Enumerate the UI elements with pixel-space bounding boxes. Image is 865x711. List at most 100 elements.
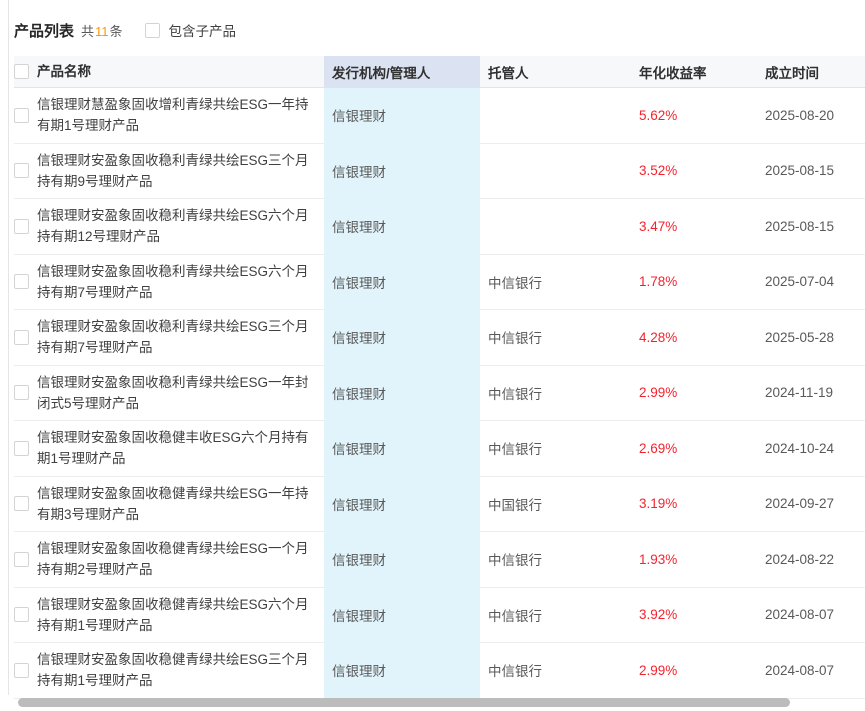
established-date: 2024-09-27 — [755, 477, 865, 533]
row-checkbox[interactable] — [14, 274, 29, 289]
row-checkbox[interactable] — [14, 385, 29, 400]
yield-value: 1.78% — [630, 255, 755, 311]
custodian-value: 中国银行 — [480, 477, 630, 533]
table-row: 信银理财安盈象固收稳利青绿共绘ESG六个月持有期12号理财产品 信银理财 3.4… — [14, 199, 865, 255]
table-row: 信银理财安盈象固收稳利青绿共绘ESG三个月持有期7号理财产品 信银理财 中信银行… — [14, 310, 865, 366]
custodian-value: 中信银行 — [480, 588, 630, 644]
established-date: 2025-07-04 — [755, 255, 865, 311]
horizontal-scrollbar-thumb[interactable] — [18, 698, 790, 707]
column-header-date: 成立时间 — [755, 56, 865, 87]
product-name[interactable]: 信银理财安盈象固收稳健青绿共绘ESG一年持有期3号理财产品 — [37, 477, 324, 533]
row-checkbox-cell — [14, 643, 37, 699]
established-date: 2024-11-19 — [755, 366, 865, 422]
row-checkbox[interactable] — [14, 330, 29, 345]
issuer-value: 信银理财 — [324, 643, 480, 699]
established-date: 2025-08-15 — [755, 199, 865, 255]
established-date: 2024-08-22 — [755, 532, 865, 588]
yield-value: 3.92% — [630, 588, 755, 644]
row-checkbox-cell — [14, 88, 37, 144]
row-checkbox-cell — [14, 310, 37, 366]
custodian-value — [480, 144, 630, 200]
product-name[interactable]: 信银理财安盈象固收稳健青绿共绘ESG六个月持有期1号理财产品 — [37, 588, 324, 644]
row-checkbox-cell — [14, 255, 37, 311]
select-all-checkbox[interactable] — [14, 64, 29, 79]
row-checkbox-cell — [14, 144, 37, 200]
table-row: 信银理财安盈象固收稳利青绿共绘ESG六个月持有期7号理财产品 信银理财 中信银行… — [14, 255, 865, 311]
column-header-yield: 年化收益率 — [630, 56, 755, 87]
row-checkbox-cell — [14, 421, 37, 477]
table-row: 信银理财安盈象固收稳利青绿共绘ESG三个月持有期9号理财产品 信银理财 3.52… — [14, 144, 865, 200]
include-sub-products-label: 包含子产品 — [169, 20, 237, 40]
established-date: 2025-05-28 — [755, 310, 865, 366]
column-header-issuer: 发行机构/管理人 — [324, 56, 480, 87]
column-header-custodian: 托管人 — [480, 56, 630, 87]
established-date: 2024-08-07 — [755, 588, 865, 644]
custodian-value: 中信银行 — [480, 255, 630, 311]
yield-value: 4.28% — [630, 310, 755, 366]
count-suffix: 条 — [110, 24, 123, 39]
product-count: 共11条 — [81, 21, 123, 40]
established-date: 2024-08-07 — [755, 643, 865, 699]
panel-header: 产品列表 共11条 包含子产品 — [14, 14, 865, 46]
row-checkbox[interactable] — [14, 552, 29, 567]
row-checkbox[interactable] — [14, 441, 29, 456]
established-date: 2025-08-20 — [755, 88, 865, 144]
product-name[interactable]: 信银理财安盈象固收稳利青绿共绘ESG六个月持有期7号理财产品 — [37, 255, 324, 311]
yield-value: 2.69% — [630, 421, 755, 477]
row-checkbox[interactable] — [14, 607, 29, 622]
row-checkbox[interactable] — [14, 663, 29, 678]
table-row: 信银理财安盈象固收稳利青绿共绘ESG一年封闭式5号理财产品 信银理财 中信银行 … — [14, 366, 865, 422]
issuer-value: 信银理财 — [324, 532, 480, 588]
product-table: 产品名称 发行机构/管理人 托管人 年化收益率 成立时间 信银理财慧盈象固收增利… — [14, 56, 865, 699]
count-number: 11 — [94, 24, 110, 39]
table-header-row: 产品名称 发行机构/管理人 托管人 年化收益率 成立时间 — [14, 56, 865, 88]
issuer-value: 信银理财 — [324, 255, 480, 311]
custodian-value — [480, 199, 630, 255]
row-checkbox-cell — [14, 477, 37, 533]
product-name[interactable]: 信银理财安盈象固收稳健青绿共绘ESG一个月持有期2号理财产品 — [37, 532, 324, 588]
yield-value: 5.62% — [630, 88, 755, 144]
yield-value: 2.99% — [630, 366, 755, 422]
custodian-value: 中信银行 — [480, 421, 630, 477]
row-checkbox[interactable] — [14, 108, 29, 123]
include-sub-products-checkbox[interactable] — [145, 23, 160, 38]
row-checkbox[interactable] — [14, 219, 29, 234]
row-checkbox-cell — [14, 366, 37, 422]
product-name[interactable]: 信银理财安盈象固收稳利青绿共绘ESG三个月持有期7号理财产品 — [37, 310, 324, 366]
product-list-panel: 产品列表 共11条 包含子产品 产品名称 发行机构/管理人 托管人 年化收益率 … — [14, 0, 865, 699]
table-row: 信银理财安盈象固收稳健青绿共绘ESG一个月持有期2号理财产品 信银理财 中信银行… — [14, 532, 865, 588]
panel-left-border — [8, 0, 9, 695]
yield-value: 3.52% — [630, 144, 755, 200]
table-row: 信银理财慧盈象固收增利青绿共绘ESG一年持有期1号理财产品 信银理财 5.62%… — [14, 88, 865, 144]
custodian-value: 中信银行 — [480, 366, 630, 422]
table-row: 信银理财安盈象固收稳健青绿共绘ESG六个月持有期1号理财产品 信银理财 中信银行… — [14, 588, 865, 644]
product-name[interactable]: 信银理财安盈象固收稳利青绿共绘ESG三个月持有期9号理财产品 — [37, 144, 324, 200]
yield-value: 3.47% — [630, 199, 755, 255]
column-header-product-name: 产品名称 — [37, 56, 324, 87]
established-date: 2025-08-15 — [755, 144, 865, 200]
issuer-value: 信银理财 — [324, 366, 480, 422]
issuer-value: 信银理财 — [324, 421, 480, 477]
page-title: 产品列表 — [14, 20, 74, 41]
established-date: 2024-10-24 — [755, 421, 865, 477]
product-name[interactable]: 信银理财安盈象固收稳健青绿共绘ESG三个月持有期1号理财产品 — [37, 643, 324, 699]
custodian-value: 中信银行 — [480, 310, 630, 366]
custodian-value: 中信银行 — [480, 532, 630, 588]
issuer-value: 信银理财 — [324, 310, 480, 366]
row-checkbox[interactable] — [14, 496, 29, 511]
product-name[interactable]: 信银理财慧盈象固收增利青绿共绘ESG一年持有期1号理财产品 — [37, 88, 324, 144]
include-sub-products-toggle[interactable]: 包含子产品 — [145, 20, 237, 40]
product-name[interactable]: 信银理财安盈象固收稳健丰收ESG六个月持有期1号理财产品 — [37, 421, 324, 477]
product-name[interactable]: 信银理财安盈象固收稳利青绿共绘ESG六个月持有期12号理财产品 — [37, 199, 324, 255]
custodian-value — [480, 88, 630, 144]
yield-value: 3.19% — [630, 477, 755, 533]
table-row: 信银理财安盈象固收稳健青绿共绘ESG一年持有期3号理财产品 信银理财 中国银行 … — [14, 477, 865, 533]
yield-value: 2.99% — [630, 643, 755, 699]
custodian-value: 中信银行 — [480, 643, 630, 699]
table-body: 信银理财慧盈象固收增利青绿共绘ESG一年持有期1号理财产品 信银理财 5.62%… — [14, 88, 865, 699]
product-name[interactable]: 信银理财安盈象固收稳利青绿共绘ESG一年封闭式5号理财产品 — [37, 366, 324, 422]
table-row: 信银理财安盈象固收稳健丰收ESG六个月持有期1号理财产品 信银理财 中信银行 2… — [14, 421, 865, 477]
row-checkbox[interactable] — [14, 163, 29, 178]
issuer-value: 信银理财 — [324, 199, 480, 255]
issuer-value: 信银理财 — [324, 588, 480, 644]
